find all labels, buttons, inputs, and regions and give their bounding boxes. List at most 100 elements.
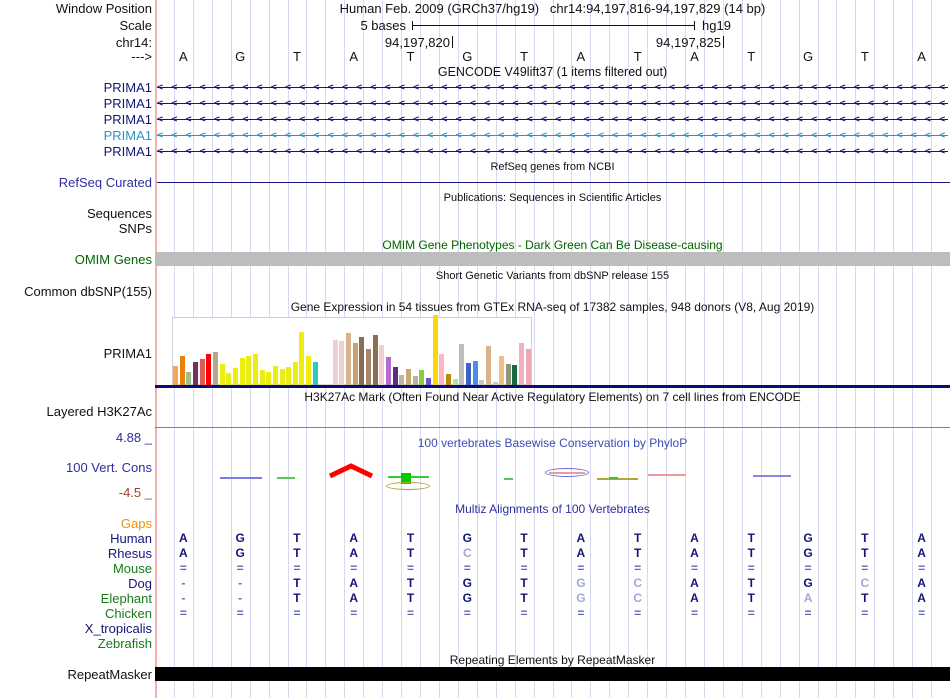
gtex-tissue-bar[interactable] <box>505 364 511 385</box>
multiz-species-label[interactable]: Chicken <box>0 607 152 620</box>
multiz-species-label[interactable]: Elephant <box>0 592 152 605</box>
gtex-tissue-bar[interactable] <box>465 363 471 385</box>
dbsnp-track-title[interactable]: Short Genetic Variants from dbSNP releas… <box>155 270 950 283</box>
gtex-track-title[interactable]: Gene Expression in 54 tissues from GTEx … <box>155 301 950 314</box>
gtex-tissue-bar[interactable] <box>239 358 245 385</box>
multiz-species-label[interactable]: Dog <box>0 577 152 590</box>
gtex-tissue-bar[interactable] <box>485 346 491 385</box>
repeatmasker-element-bar[interactable] <box>155 667 950 681</box>
omim-track-title[interactable]: OMIM Gene Phenotypes - Dark Green Can Be… <box>155 239 950 252</box>
refseq-curated-gene-line[interactable] <box>157 182 950 183</box>
gtex-expression-bars[interactable] <box>173 315 531 385</box>
gtex-tissue-bar[interactable] <box>186 372 192 385</box>
gtex-tissue-bar[interactable] <box>432 315 438 385</box>
gtex-tissue-bar[interactable] <box>286 367 292 385</box>
multiz-aligned-base: T <box>406 576 415 590</box>
multiz-species-label[interactable]: Rhesus <box>0 547 152 560</box>
gtex-gene-label[interactable]: PRIMA1 <box>0 347 152 360</box>
scale-ruler-tick-right <box>694 21 695 30</box>
gtex-tissue-bar[interactable] <box>266 372 272 385</box>
gtex-tissue-bar[interactable] <box>199 359 205 385</box>
multiz-species-label[interactable]: Zebrafish <box>0 637 152 650</box>
gtex-tissue-bar[interactable] <box>459 344 465 385</box>
gtex-tissue-bar[interactable] <box>392 367 398 385</box>
phylop-track-title[interactable]: 100 vertebrates Basewise Conservation by… <box>155 437 950 450</box>
conservation-track-label[interactable]: 100 Vert. Cons <box>0 461 152 474</box>
gencode-transcript-label[interactable]: PRIMA1 <box>0 113 152 126</box>
gtex-tissue-bar[interactable] <box>425 378 431 385</box>
gencode-transcript-row[interactable]: <<<<<<<<<<<<<<<<<<<<<<<<<<<<<<<<<<<<<<<<… <box>157 129 948 142</box>
gtex-tissue-bar[interactable] <box>272 366 278 385</box>
multiz-aligned-base: = <box>350 561 358 575</box>
gtex-tissue-bar[interactable] <box>379 345 385 385</box>
omim-gene-bar[interactable] <box>155 252 950 266</box>
conservation-mark <box>220 477 262 479</box>
gtex-tissue-bar[interactable] <box>346 333 352 385</box>
conservation-mark <box>504 478 513 480</box>
gtex-tissue-bar[interactable] <box>259 370 265 385</box>
gtex-tissue-bar[interactable] <box>399 375 405 385</box>
gtex-tissue-bar[interactable] <box>372 335 378 385</box>
h3k27ac-track-title[interactable]: H3K27Ac Mark (Often Found Near Active Re… <box>155 391 950 404</box>
gtex-tissue-bar[interactable] <box>232 368 238 385</box>
gtex-tissue-bar[interactable] <box>252 354 258 385</box>
gencode-transcript-label[interactable]: PRIMA1 <box>0 129 152 142</box>
gtex-tissue-bar[interactable] <box>192 362 198 385</box>
multiz-species-label[interactable]: Human <box>0 532 152 545</box>
repeatmasker-track-title[interactable]: Repeating Elements by RepeatMasker <box>155 654 950 667</box>
scale-ruler-tick-left <box>412 21 413 30</box>
gtex-tissue-bar[interactable] <box>306 356 312 385</box>
gencode-transcript-row[interactable]: <<<<<<<<<<<<<<<<<<<<<<<<<<<<<<<<<<<<<<<<… <box>157 113 948 126</box>
gtex-tissue-bar[interactable] <box>366 349 372 385</box>
gtex-tissue-bar[interactable] <box>412 376 418 385</box>
gencode-transcript-label[interactable]: PRIMA1 <box>0 97 152 110</box>
gtex-tissue-bar[interactable] <box>519 343 525 385</box>
publications-sequences-label[interactable]: Sequences <box>0 207 152 220</box>
common-dbsnp-label[interactable]: Common dbSNP(155) <box>0 285 152 298</box>
gtex-tissue-bar[interactable] <box>525 349 531 385</box>
refseq-curated-label[interactable]: RefSeq Curated <box>0 176 152 189</box>
gtex-tissue-bar[interactable] <box>512 365 518 385</box>
gencode-transcript-label[interactable]: PRIMA1 <box>0 81 152 94</box>
gtex-tissue-bar[interactable] <box>179 356 185 385</box>
gtex-tissue-bar[interactable] <box>352 343 358 385</box>
gencode-transcript-row[interactable]: <<<<<<<<<<<<<<<<<<<<<<<<<<<<<<<<<<<<<<<<… <box>157 145 948 158</box>
gtex-tissue-bar[interactable] <box>279 369 285 385</box>
gtex-tissue-bar[interactable] <box>339 341 345 385</box>
gtex-tissue-bar[interactable] <box>405 369 411 385</box>
refseq-track-title[interactable]: RefSeq genes from NCBI <box>155 161 950 174</box>
gtex-tissue-bar[interactable] <box>246 356 252 385</box>
gencode-transcript-row[interactable]: <<<<<<<<<<<<<<<<<<<<<<<<<<<<<<<<<<<<<<<<… <box>157 97 948 110</box>
publications-track-title[interactable]: Publications: Sequences in Scientific Ar… <box>155 192 950 205</box>
multiz-species-label[interactable]: X_tropicalis <box>0 622 152 635</box>
repeatmasker-label[interactable]: RepeatMasker <box>0 668 152 681</box>
gtex-tissue-bar[interactable] <box>226 373 232 385</box>
gtex-tissue-bar[interactable] <box>292 362 298 385</box>
gtex-tissue-bar[interactable] <box>445 374 451 385</box>
multiz-species-label[interactable]: Mouse <box>0 562 152 575</box>
gtex-tissue-bar[interactable] <box>499 356 505 385</box>
gtex-tissue-bar[interactable] <box>439 354 445 385</box>
gtex-tissue-bar[interactable] <box>212 352 218 385</box>
gtex-tissue-bar[interactable] <box>173 366 178 385</box>
gtex-tissue-bar[interactable] <box>219 364 225 385</box>
gtex-tissue-bar[interactable] <box>206 354 212 385</box>
omim-genes-label[interactable]: OMIM Genes <box>0 253 152 266</box>
strand-direction-arrow[interactable]: ---> <box>0 50 152 63</box>
gtex-tissue-bar[interactable] <box>312 362 318 385</box>
layered-h3k27ac-label[interactable]: Layered H3K27Ac <box>0 405 152 418</box>
gtex-tissue-bar[interactable] <box>386 357 391 385</box>
multiz-track-title[interactable]: Multiz Alignments of 100 Vertebrates <box>155 503 950 516</box>
gtex-tissue-bar[interactable] <box>419 370 425 385</box>
multiz-species-label[interactable]: Gaps <box>0 517 152 530</box>
gtex-tissue-bar[interactable] <box>332 340 338 385</box>
gencode-transcript-row[interactable]: <<<<<<<<<<<<<<<<<<<<<<<<<<<<<<<<<<<<<<<<… <box>157 81 948 94</box>
gtex-tissue-bar[interactable] <box>472 361 478 385</box>
multiz-aligned-base: = <box>690 561 698 575</box>
gencode-transcript-label[interactable]: PRIMA1 <box>0 145 152 158</box>
gencode-track-title[interactable]: GENCODE V49lift37 (1 items filtered out) <box>155 66 950 79</box>
multiz-aligned-base: = <box>634 561 642 575</box>
gtex-tissue-bar[interactable] <box>299 332 305 385</box>
publications-snps-label[interactable]: SNPs <box>0 222 152 235</box>
gtex-tissue-bar[interactable] <box>359 337 365 385</box>
